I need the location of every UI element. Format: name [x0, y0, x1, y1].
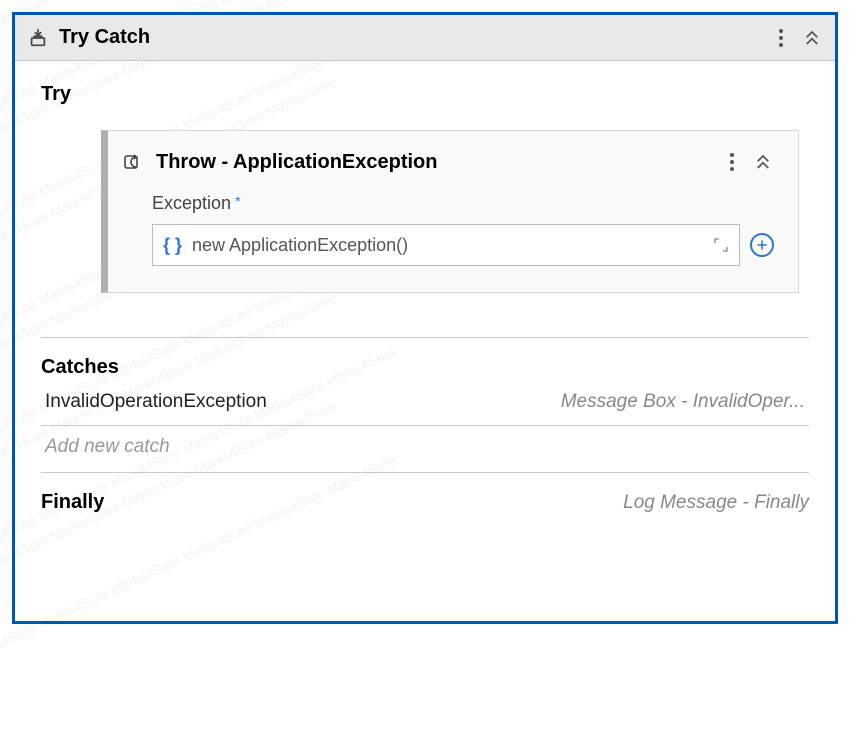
catch-handler-desc: Message Box - InvalidOper... [561, 391, 805, 413]
exception-field-label: Exception [152, 193, 231, 214]
activity-icon [27, 27, 49, 49]
more-options-button[interactable] [775, 25, 787, 51]
expression-braces-icon: { } [163, 235, 182, 256]
titlebar-title: Try Catch [59, 26, 150, 49]
titlebar: Try Catch [15, 15, 835, 61]
throw-activity-title: Throw - ApplicationException [156, 151, 437, 174]
catch-row[interactable]: InvalidOperationException Message Box - … [41, 379, 809, 426]
expand-expression-icon[interactable] [713, 237, 729, 253]
try-catch-container: Try Catch Try [12, 12, 838, 624]
throw-more-options-button[interactable] [726, 149, 738, 175]
throw-icon [122, 150, 146, 174]
required-asterisk-icon: * [235, 193, 240, 209]
exception-expression-input[interactable]: { } new ApplicationException() [152, 224, 740, 266]
divider [41, 337, 809, 338]
try-section-label: Try [41, 83, 809, 106]
add-catch-input[interactable]: Add new catch [41, 426, 809, 473]
collapse-button[interactable] [801, 27, 823, 49]
catches-section-label: Catches [41, 356, 809, 379]
finally-section-label: Finally [41, 491, 104, 514]
throw-collapse-button[interactable] [752, 151, 774, 173]
add-expression-button[interactable] [750, 233, 774, 257]
exception-expression-value: new ApplicationException() [192, 235, 408, 256]
finally-handler-desc: Log Message - Finally [623, 492, 809, 514]
catch-exception-name: InvalidOperationException [45, 391, 267, 413]
throw-activity[interactable]: Throw - ApplicationException Exception * [101, 130, 799, 293]
